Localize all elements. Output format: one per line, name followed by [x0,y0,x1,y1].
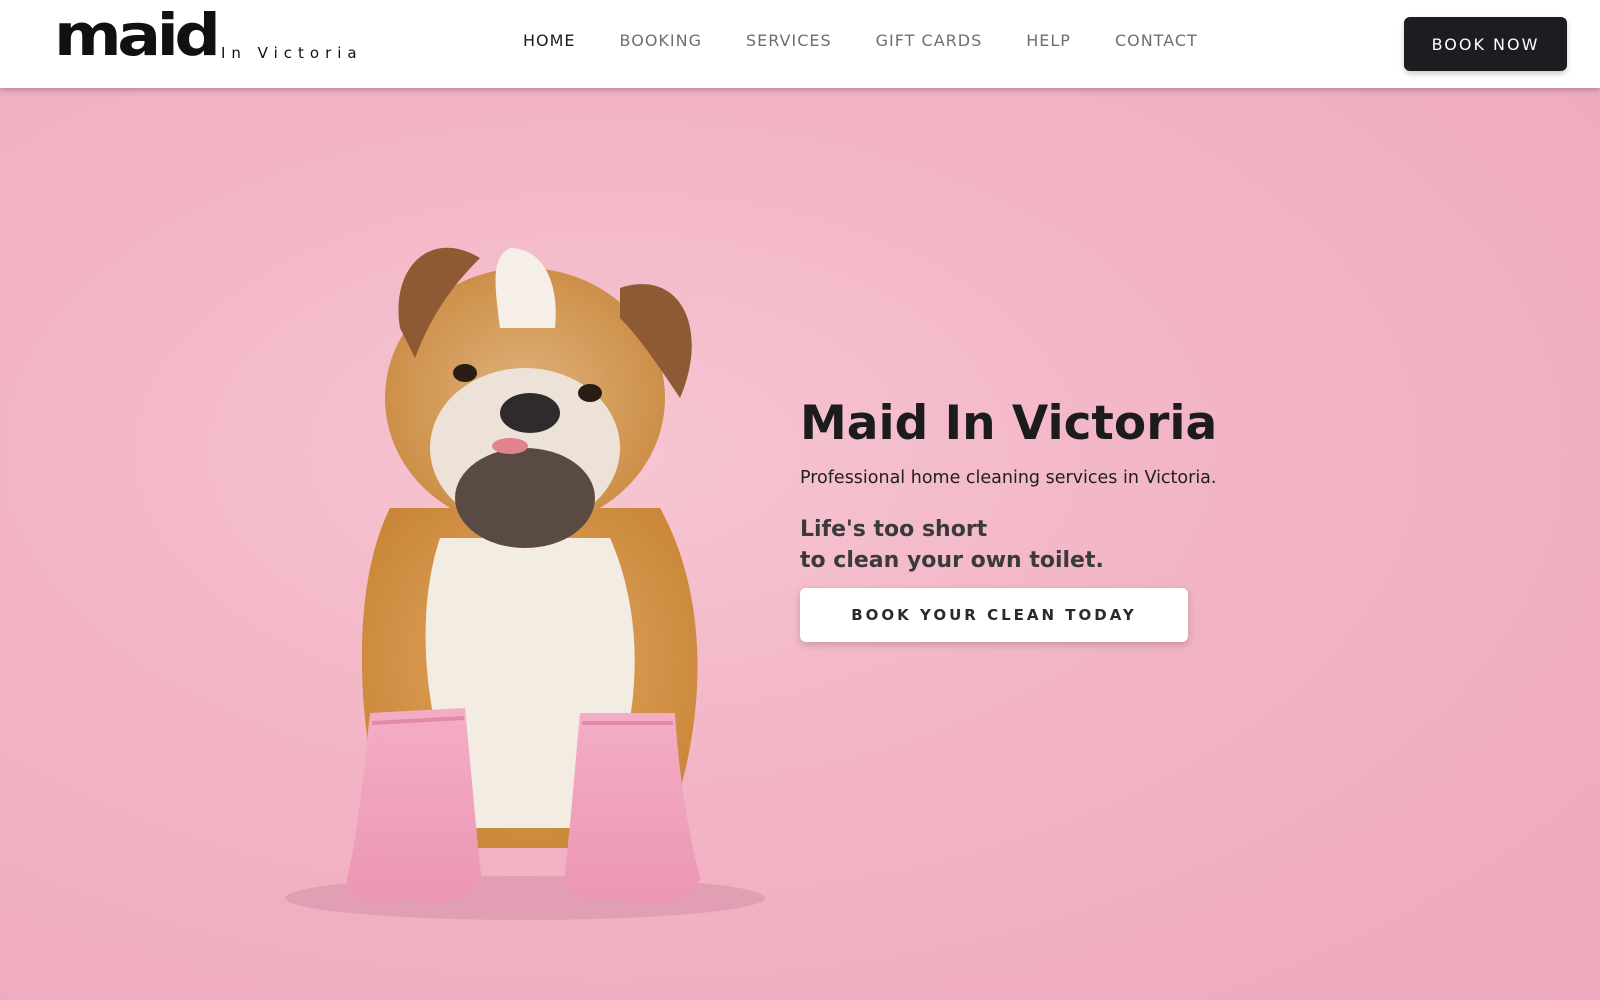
tagline-line-2: to clean your own toilet. [800,547,1104,573]
nav-booking[interactable]: BOOKING [620,31,702,51]
tagline-line-1: Life's too short [800,516,988,542]
nav-gift-cards[interactable]: GIFT CARDS [876,31,983,51]
nav-services[interactable]: SERVICES [746,31,832,51]
logo[interactable]: maid In Victoria [54,1,363,78]
hero-text-block: Maid In Victoria Professional home clean… [800,398,1220,642]
hero-title: Maid In Victoria [800,396,1218,451]
bulldog-image [285,247,765,920]
nav-home[interactable]: HOME [523,31,576,51]
logo-wordmark: maid [54,1,221,69]
book-now-button[interactable]: BOOK NOW [1404,17,1567,71]
nav-contact[interactable]: CONTACT [1115,31,1198,51]
hero-section: Maid In Victoria Professional home clean… [0,88,1600,1000]
hero-subtitle: Professional home cleaning services in V… [800,467,1217,488]
main-nav: HOME BOOKING SERVICES GIFT CARDS HELP CO… [523,31,1242,51]
site-header: maid In Victoria HOME BOOKING SERVICES G… [0,0,1600,88]
hero-image [240,208,800,928]
hero-tagline: Life's too short to clean your own toile… [800,514,1220,576]
nav-help[interactable]: HELP [1026,31,1071,51]
book-your-clean-button[interactable]: BOOK YOUR CLEAN TODAY [800,587,1188,642]
logo-subtext: In Victoria [220,44,363,62]
